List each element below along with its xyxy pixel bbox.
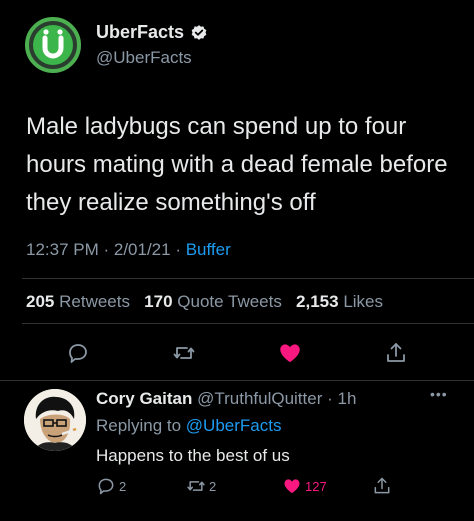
retweets-stat[interactable]: 205 Retweets <box>26 292 130 311</box>
quotes-count: 170 <box>144 292 173 311</box>
reply-bubble-icon <box>98 478 114 495</box>
divider <box>22 323 474 324</box>
reply-actions: 2 2 127 <box>0 474 474 498</box>
tweet-meta: 12:37 PM · 2/01/21 · Buffer <box>26 240 231 260</box>
uberfacts-avatar[interactable] <box>22 14 84 76</box>
retweet-icon <box>173 347 195 359</box>
heart-icon <box>280 344 300 363</box>
reply-header: Cory Gaitan @TruthfulQuitter · 1h <box>96 389 356 409</box>
reply-time[interactable]: 1h <box>337 389 356 408</box>
likes-stat[interactable]: 2,153 Likes <box>296 292 383 311</box>
tweet-stats: 205 Retweets 170 Quote Tweets 2,153 Like… <box>26 292 383 312</box>
share-icon <box>387 343 405 362</box>
verified-badge-icon <box>190 24 208 42</box>
meta-separator: · <box>170 240 186 259</box>
reply-reply-count: 2 <box>119 478 127 494</box>
likes-label: Likes <box>343 292 383 311</box>
reply-retweet-button[interactable]: 2 <box>186 474 216 498</box>
quotes-label: Quote Tweets <box>177 292 282 311</box>
retweet-button[interactable] <box>168 337 200 369</box>
author-name[interactable]: UberFacts <box>96 22 208 43</box>
reply-reply-button[interactable]: 2 <box>96 474 126 498</box>
reply-share-button[interactable] <box>372 474 392 498</box>
reply-text: Happens to the best of us <box>96 446 290 465</box>
retweets-count: 205 <box>26 292 55 311</box>
reply-button[interactable] <box>62 337 94 369</box>
tweet-date[interactable]: 2/01/21 <box>114 240 171 259</box>
author-name-text: UberFacts <box>96 22 185 42</box>
reply-separator: · <box>322 389 338 408</box>
share-button[interactable] <box>380 337 412 369</box>
divider <box>0 380 474 381</box>
replying-prefix: Replying to <box>96 416 182 435</box>
divider <box>22 278 474 279</box>
replying-to-mention[interactable]: @UberFacts <box>186 416 282 435</box>
reply-retweet-count: 2 <box>209 478 217 494</box>
meta-separator: · <box>98 240 114 259</box>
heart-icon <box>284 479 300 494</box>
quote-tweets-stat[interactable]: 170 Quote Tweets <box>144 292 282 311</box>
tweet-text: Male ladybugs can spend up to four hours… <box>26 113 448 216</box>
reply-like-button[interactable]: 127 <box>282 474 327 498</box>
retweets-label: Retweets <box>59 292 130 311</box>
reply-author-handle[interactable]: @TruthfulQuitter <box>197 389 322 408</box>
tweet-source[interactable]: Buffer <box>186 240 231 259</box>
reply-author-name[interactable]: Cory Gaitan <box>96 389 192 408</box>
author-handle[interactable]: @UberFacts <box>96 48 192 68</box>
more-dots-icon[interactable]: ••• <box>430 386 448 402</box>
retweet-icon <box>187 481 205 491</box>
likes-count: 2,153 <box>296 292 339 311</box>
replying-to: Replying to @UberFacts <box>96 416 281 436</box>
reply-author-avatar[interactable] <box>24 389 86 451</box>
reply-like-count: 127 <box>305 478 327 494</box>
tweet-time[interactable]: 12:37 PM <box>26 240 99 259</box>
share-icon <box>374 477 390 494</box>
tweet-actions <box>0 337 474 369</box>
reply-bubble-icon <box>69 344 87 363</box>
like-button[interactable] <box>274 337 306 369</box>
